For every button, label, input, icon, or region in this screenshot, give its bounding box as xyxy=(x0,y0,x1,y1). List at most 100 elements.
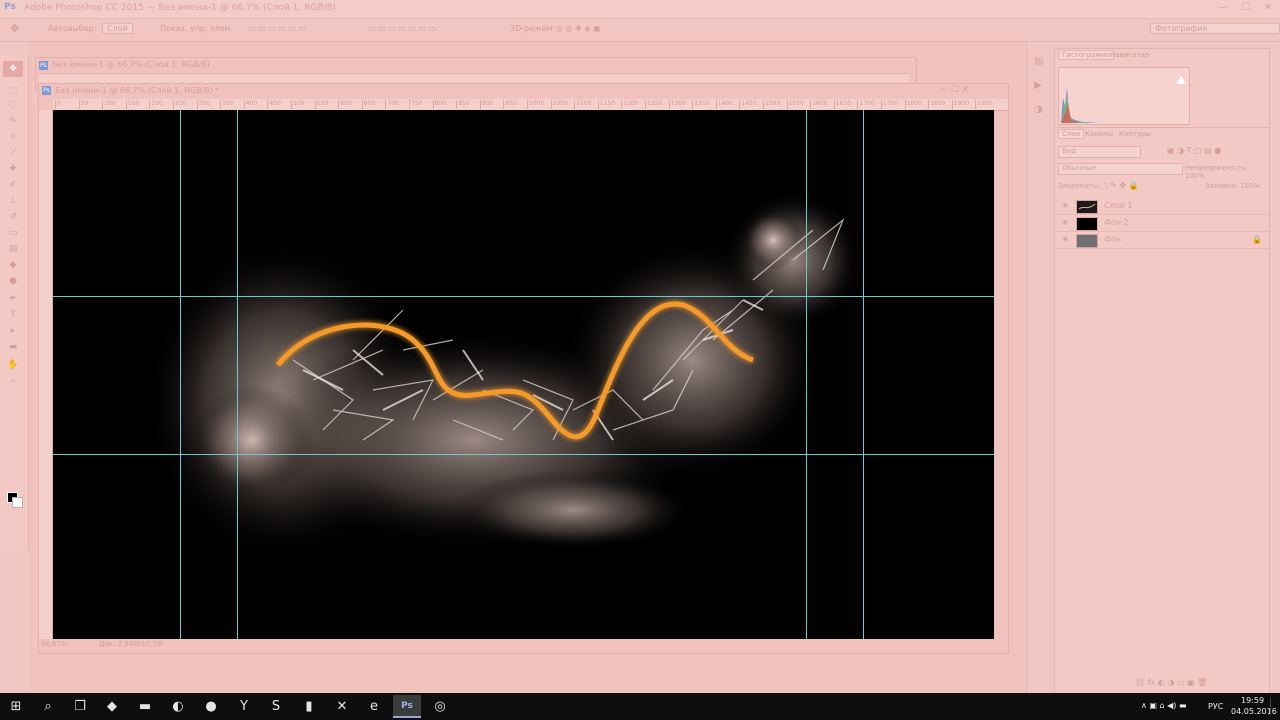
adjustments-panel-icon[interactable]: ◑ xyxy=(1034,104,1043,115)
visibility-eye-icon[interactable]: ◉ xyxy=(1062,202,1070,209)
background-color-swatch[interactable] xyxy=(12,497,23,508)
crop-tool-icon[interactable]: ⌗ xyxy=(6,131,20,143)
histogram-panel: Гистограмма Навигатор xyxy=(1054,48,1270,128)
ruler-tick-label: 800 xyxy=(432,100,447,109)
brush-tool-icon[interactable]: ✐ xyxy=(6,179,20,191)
input-language[interactable]: РУС xyxy=(1208,702,1223,711)
hand-tool-icon[interactable]: ✋ xyxy=(6,359,20,371)
auto-select-dropdown[interactable]: Слой xyxy=(102,23,133,34)
layer-actions-bar[interactable]: ⛓ fx ◐ ◑ ▭ ▣ 🗑 xyxy=(1135,678,1207,687)
minimize-button[interactable]: — xyxy=(1212,1,1232,15)
clock-time[interactable]: 19:59 xyxy=(1241,696,1264,705)
3d-mode-buttons[interactable]: ◎ ◎ ✥ ◈ ▣ xyxy=(556,24,601,33)
tab-channels[interactable]: Каналы xyxy=(1085,130,1113,138)
lock-icons[interactable]: ⬚ ✎ ✥ 🔒 xyxy=(1100,181,1139,190)
options-bar: ✥ Автовыбор: Слой Показ. упр. элем. ▭ ▭ … xyxy=(0,19,1280,42)
pen-tool-icon[interactable]: ✒ xyxy=(6,293,20,305)
gradient-tool-icon[interactable]: ▤ xyxy=(6,243,20,255)
ruler-tick-label: 1150 xyxy=(597,100,616,109)
horizontal-guide[interactable] xyxy=(53,296,994,297)
ruler-tick-label: 1600 xyxy=(810,100,828,109)
show-desktop-button[interactable] xyxy=(1270,697,1279,715)
vertical-guide[interactable] xyxy=(237,110,238,639)
ruler-tick-label: 1400 xyxy=(715,100,734,109)
window-title: Adobe Photoshop CC 2015 — Без имени-1 @ … xyxy=(24,3,336,13)
edge-icon[interactable]: e xyxy=(360,695,388,718)
align-buttons-group[interactable]: ▭ ▭ ▭ ▭ ▭ ▭ xyxy=(248,24,306,33)
show-transform-checkbox[interactable]: Показ. упр. элем. xyxy=(160,24,233,33)
layer-row[interactable]: ◉ Фон 2 xyxy=(1056,215,1269,232)
task-view-icon[interactable]: ❐ xyxy=(66,695,94,718)
type-tool-icon[interactable]: T xyxy=(6,309,20,321)
ruler-tick-label: 150 xyxy=(125,100,140,109)
tab-paths[interactable]: Контуры xyxy=(1119,130,1151,138)
visibility-eye-icon[interactable]: ◉ xyxy=(1062,219,1070,226)
search-icon[interactable]: ⌕ xyxy=(34,695,62,718)
move-tool-icon[interactable]: ✥ xyxy=(3,61,23,77)
history-panel-icon[interactable]: ▤ xyxy=(1034,56,1043,67)
photoshop-taskbar-icon[interactable]: Ps xyxy=(393,695,421,718)
fill-field[interactable]: Заливка: 100% xyxy=(1205,182,1260,190)
eraser-tool-icon[interactable]: ▭ xyxy=(6,227,20,239)
background-document-tab[interactable]: Без имени-1 @ 66,7% (Слой 1, RGB/8) xyxy=(52,60,210,69)
layer-kind-filter[interactable]: Вид xyxy=(1058,146,1141,158)
vertical-guide[interactable] xyxy=(863,110,864,639)
tab-navigator[interactable]: Навигатор xyxy=(1110,51,1149,59)
vertical-guide[interactable] xyxy=(806,110,807,639)
close-button[interactable]: ✕ xyxy=(1258,1,1278,15)
document-window-controls[interactable]: — ☐ ✕ xyxy=(939,85,969,95)
tab-histogram[interactable]: Гистограмма xyxy=(1058,50,1115,60)
ruler-tick-label: 450 xyxy=(267,100,281,109)
vertical-guide[interactable] xyxy=(180,110,181,639)
marquee-tool-icon[interactable]: ⬚ xyxy=(6,85,20,97)
tray-icons[interactable]: ∧ ▣ ⌂ ◀) ▬ xyxy=(1141,701,1187,710)
utorrent-icon[interactable]: ● xyxy=(197,695,225,718)
zoom-tool-icon[interactable]: ⌕ xyxy=(6,375,20,387)
shield-app-icon[interactable]: ◆ xyxy=(98,695,126,718)
layer-name[interactable]: Слой 1 xyxy=(1104,201,1132,210)
lasso-tool-icon[interactable]: ◌ xyxy=(6,99,20,111)
start-button[interactable]: ⊞ xyxy=(2,695,30,718)
properties-panel-icon[interactable]: ▶ xyxy=(1034,80,1042,91)
dodge-tool-icon[interactable]: ● xyxy=(6,275,20,287)
blend-mode-dropdown[interactable]: Обычные xyxy=(1058,163,1183,175)
chrome-icon[interactable]: ◎ xyxy=(426,695,454,718)
layer-name[interactable]: Фон xyxy=(1104,235,1121,244)
active-document-tab[interactable]: Без имени-1 @ 66,7% (Слой 1, RGB/8) * xyxy=(55,86,219,95)
ruler-tick-label: 1800 xyxy=(904,100,922,109)
layer-filter-icons[interactable]: ▣ ◑ T ▢ ▤ ● xyxy=(1167,146,1221,155)
history-brush-tool-icon[interactable]: ↺ xyxy=(6,211,20,223)
yandex-browser-icon[interactable]: Y xyxy=(230,695,258,718)
opacity-field[interactable]: Непрозрачность: 100% xyxy=(1185,164,1269,180)
quick-select-tool-icon[interactable]: ✎ xyxy=(6,115,20,127)
document-info[interactable]: Док: 2,64M/10,5M xyxy=(99,640,163,648)
canvas[interactable] xyxy=(53,110,994,639)
auto-select-label[interactable]: Автовыбор: xyxy=(48,24,96,33)
stamp-tool-icon[interactable]: ⊥ xyxy=(6,195,20,207)
visibility-eye-icon[interactable]: ◉ xyxy=(1062,236,1070,243)
eyedropper-tool-icon[interactable]: ⁄ xyxy=(6,147,20,159)
workspace-dropdown[interactable]: Фотография xyxy=(1150,23,1280,34)
browser-app-icon[interactable]: ◐ xyxy=(164,695,192,718)
zoom-level[interactable]: 66,67% xyxy=(41,640,68,648)
vertical-ruler[interactable] xyxy=(39,110,53,639)
shape-tool-icon[interactable]: ▬ xyxy=(6,341,20,353)
layer-name[interactable]: Фон 2 xyxy=(1104,218,1129,227)
move-tool-icon[interactable]: ✥ xyxy=(10,22,19,35)
messenger-icon[interactable]: ▮ xyxy=(295,695,323,718)
distribute-buttons-group[interactable]: ▭ ▭ ▭ ▭ ▭ ▭ ▭ xyxy=(368,24,436,33)
tab-layers[interactable]: Слои xyxy=(1058,129,1085,139)
layer-row[interactable]: ◉ Фон 🔒 xyxy=(1056,232,1269,249)
path-select-tool-icon[interactable]: ▸ xyxy=(6,325,20,337)
xbox-icon[interactable]: ✕ xyxy=(328,695,356,718)
photoshop-logo-icon: Ps xyxy=(4,2,16,12)
maximize-button[interactable]: ☐ xyxy=(1236,1,1256,15)
document-ps-icon: Ps xyxy=(42,86,51,95)
horizontal-guide[interactable] xyxy=(53,454,994,455)
healing-tool-icon[interactable]: ✚ xyxy=(6,163,20,175)
explorer-icon[interactable]: ▬ xyxy=(131,695,159,718)
ruler-tick-label: 1100 xyxy=(574,100,592,109)
blur-tool-icon[interactable]: ◆ xyxy=(6,259,20,271)
layer-row[interactable]: ◉ Слой 1 xyxy=(1056,198,1269,215)
skype-icon[interactable]: S xyxy=(262,695,290,718)
